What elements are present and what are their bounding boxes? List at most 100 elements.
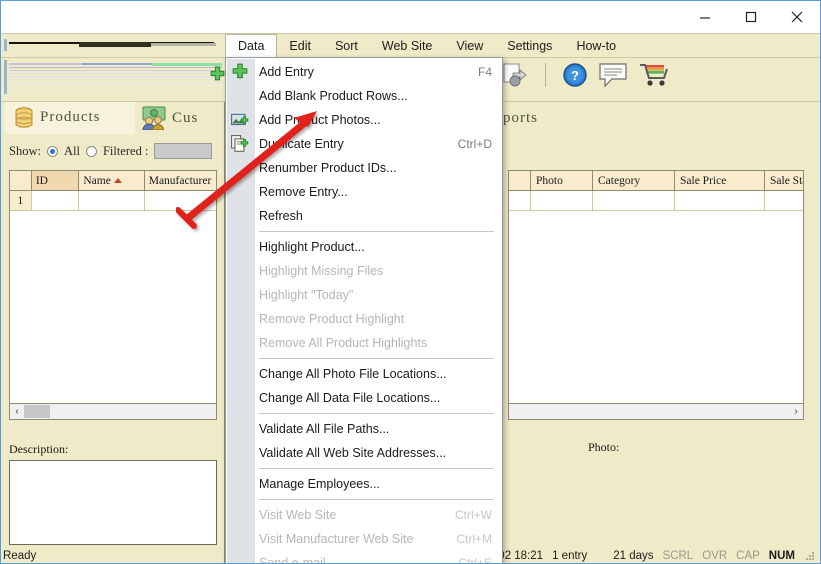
- menu-option-remove-product-highlight: Remove Product Highlight: [226, 307, 502, 331]
- svg-text:?: ?: [571, 68, 579, 83]
- menu-bar: Data Edit Sort Web Site View Settings Ho…: [1, 33, 820, 58]
- products-grid-header: ID Name Manufacturer: [10, 171, 216, 191]
- menu-option-highlight-product[interactable]: Highlight Product...: [226, 235, 502, 259]
- scroll-right-icon[interactable]: ›: [789, 405, 803, 419]
- menu-option-remove-entry[interactable]: Remove Entry...: [226, 180, 502, 204]
- menu-item-sort[interactable]: Sort: [323, 34, 370, 57]
- menu-option-label: Highlight Product...: [259, 240, 365, 254]
- table-row[interactable]: 1: [10, 191, 216, 211]
- status-scrl: SCRL: [662, 550, 694, 562]
- row-number[interactable]: 1: [10, 191, 32, 211]
- customers-icon: [142, 106, 166, 130]
- column-header-category[interactable]: Category: [593, 171, 675, 191]
- menu-item-view[interactable]: View: [444, 34, 495, 57]
- menu-option-label: Change All Photo File Locations...: [259, 367, 447, 381]
- menu-item-data[interactable]: Data: [225, 34, 278, 57]
- radio-show-all[interactable]: [46, 145, 58, 157]
- resize-grip[interactable]: [804, 550, 816, 562]
- status-bar-right: 2018-07-02 18:21 1 entry 21 days SCRL OV…: [452, 550, 816, 562]
- add-photo-icon: [231, 113, 249, 126]
- close-button[interactable]: [774, 1, 820, 33]
- menu-option-label: Add Entry: [259, 65, 314, 79]
- menu-option-add-entry[interactable]: Add Entry F4: [226, 60, 502, 84]
- table-row[interactable]: [509, 191, 803, 211]
- menu-option-change-all-photo-file-locations[interactable]: Change All Photo File Locations...: [226, 362, 502, 386]
- tab-customers[interactable]: Cus: [141, 102, 231, 134]
- radio-show-all-label: All: [63, 143, 80, 158]
- cell-manufacturer[interactable]: [144, 191, 216, 211]
- cell-sale-status[interactable]: [765, 191, 803, 211]
- menu-item-how-to[interactable]: How-to: [564, 34, 628, 57]
- menu-option-label: Duplicate Entry: [259, 137, 344, 151]
- menu-option-label: Change All Data File Locations...: [259, 391, 441, 405]
- products-grid-hscrollbar[interactable]: ‹: [9, 404, 217, 420]
- cell-photo[interactable]: [531, 191, 593, 211]
- menu-option-duplicate-entry[interactable]: Duplicate Entry Ctrl+D: [226, 132, 502, 156]
- minimize-button[interactable]: [682, 1, 728, 33]
- menu-option-manage-employees[interactable]: Manage Employees...: [226, 472, 502, 496]
- details-grid-hscrollbar[interactable]: ›: [508, 404, 804, 420]
- data-dropdown-menu: Add Entry F4 Add Blank Product Rows... A…: [225, 57, 503, 564]
- radio-show-filtered[interactable]: [85, 145, 97, 157]
- scroll-left-icon[interactable]: ‹: [10, 405, 24, 419]
- description-textarea[interactable]: [9, 460, 217, 545]
- menu-option-label: Remove All Product Highlights: [259, 336, 428, 350]
- menu-option-renumber-product-ids[interactable]: Renumber Product IDs...: [226, 156, 502, 180]
- application-window: Data Edit Sort Web Site View Settings Ho…: [0, 0, 821, 564]
- menu-option-label: Add Blank Product Rows...: [259, 89, 408, 103]
- tab-reports[interactable]: ports: [503, 102, 538, 134]
- save-as-icon[interactable]: [501, 61, 529, 89]
- menu-option-add-product-photos[interactable]: Add Product Photos...: [226, 108, 502, 132]
- column-header-sale-price[interactable]: Sale Price: [675, 171, 765, 191]
- menu-option-validate-all-file-paths[interactable]: Validate All File Paths...: [226, 417, 502, 441]
- cell-name[interactable]: [79, 191, 145, 211]
- tab-reports-label: ports: [503, 109, 538, 126]
- scrollbar-thumb[interactable]: [24, 405, 50, 418]
- menu-option-label: Validate All File Paths...: [259, 422, 390, 436]
- toolbar-separator: [545, 63, 546, 87]
- details-grid[interactable]: Photo Category Sale Price Sale Sta: [508, 170, 804, 404]
- menu-option-shortcut: Ctrl+W: [455, 508, 492, 522]
- menu-option-label: Validate All Web Site Addresses...: [259, 446, 447, 460]
- cell-id[interactable]: [31, 191, 80, 211]
- show-filter-row: Show: All Filtered :: [9, 140, 213, 162]
- menu-option-label: Manage Employees...: [259, 477, 380, 491]
- title-bar: [1, 1, 820, 33]
- add-plus-icon: [232, 63, 248, 79]
- column-header-blank[interactable]: [509, 171, 531, 191]
- column-header-rownum[interactable]: [10, 171, 32, 191]
- tab-products[interactable]: Products: [5, 102, 135, 134]
- menu-option-add-blank-product-rows[interactable]: Add Blank Product Rows...: [226, 84, 502, 108]
- maximize-button[interactable]: [728, 1, 774, 33]
- cell-category[interactable]: [593, 191, 675, 211]
- column-header-manufacturer[interactable]: Manufacturer: [144, 171, 216, 191]
- status-text: Ready: [3, 550, 37, 562]
- menu-option-change-all-data-file-locations[interactable]: Change All Data File Locations...: [226, 386, 502, 410]
- column-header-id[interactable]: ID: [31, 171, 80, 191]
- menu-option-shortcut: Ctrl+D: [457, 137, 492, 151]
- menu-option-label: Remove Entry...: [259, 185, 348, 199]
- products-grid[interactable]: ID Name Manufacturer 1: [9, 170, 217, 404]
- filter-input[interactable]: [154, 143, 213, 159]
- column-header-name[interactable]: Name: [79, 171, 145, 191]
- column-header-sale-status[interactable]: Sale Sta: [765, 171, 803, 191]
- comment-icon[interactable]: [598, 62, 628, 88]
- menu-option-send-e-mail: Send e-mail Ctrl+E: [226, 551, 502, 564]
- menu-option-validate-all-web-site-addresses[interactable]: Validate All Web Site Addresses...: [226, 441, 502, 465]
- menu-option-highlight-today: Highlight "Today": [226, 283, 502, 307]
- cell-sale-price[interactable]: [675, 191, 765, 211]
- photo-label: Photo:: [588, 440, 620, 454]
- cell-blank[interactable]: [509, 191, 531, 211]
- menu-item-settings[interactable]: Settings: [495, 34, 564, 57]
- menu-option-label: Send e-mail: [259, 556, 326, 564]
- help-icon[interactable]: ?: [562, 62, 588, 88]
- show-label: Show:: [9, 143, 41, 158]
- status-num: NUM: [768, 550, 795, 562]
- menu-option-label: Renumber Product IDs...: [259, 161, 397, 175]
- column-header-photo[interactable]: Photo: [531, 171, 593, 191]
- description-label: Description:: [9, 442, 69, 456]
- menu-item-web-site[interactable]: Web Site: [370, 34, 445, 57]
- cart-icon[interactable]: [638, 61, 670, 89]
- menu-option-refresh[interactable]: Refresh: [226, 204, 502, 228]
- menu-item-edit[interactable]: Edit: [277, 34, 323, 57]
